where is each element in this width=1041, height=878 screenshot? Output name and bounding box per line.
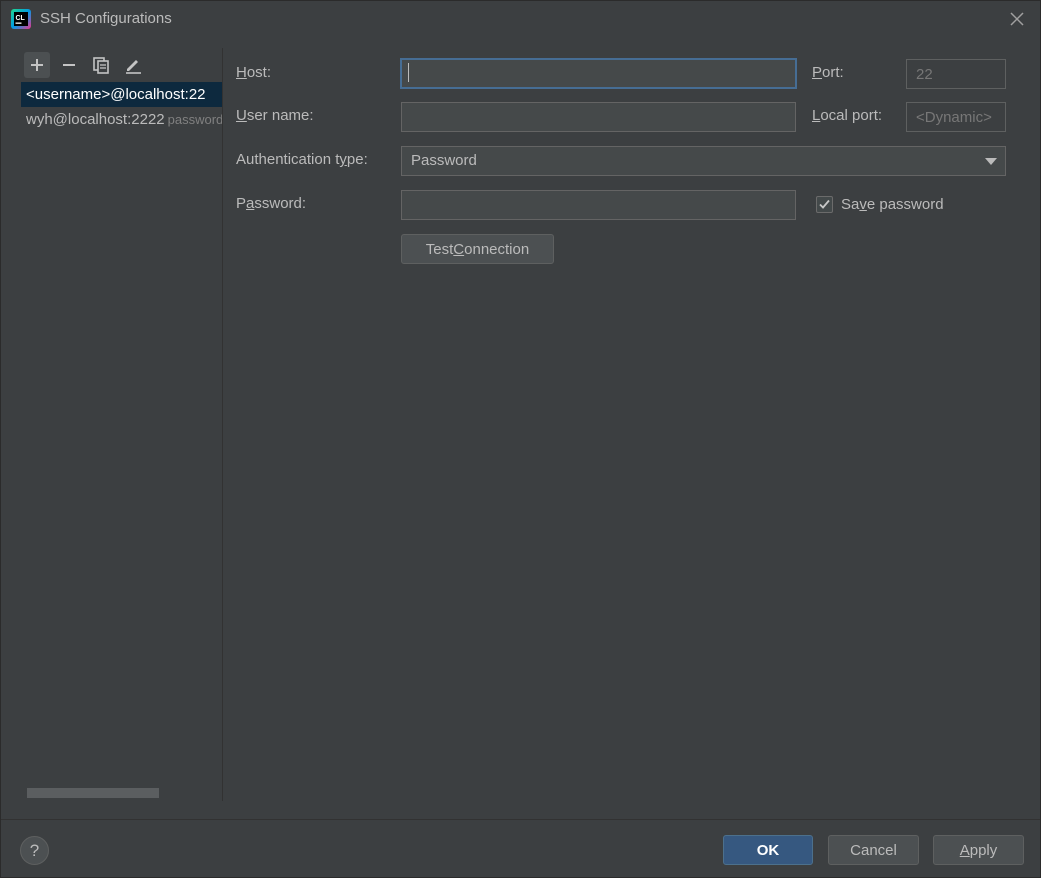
config-hint: password (167, 112, 222, 127)
host-input[interactable] (400, 58, 797, 89)
auth-type-label-post: pe: (346, 151, 368, 168)
port-input[interactable] (906, 59, 1006, 89)
minus-icon (63, 64, 75, 66)
list-item[interactable]: <username>@localhost:22 (21, 82, 222, 107)
host-label: Host: (236, 64, 272, 81)
config-list-panel: <username>@localhost:22 wyh@localhost:22… (21, 48, 223, 801)
ssh-configurations-dialog: CL SSH Configurations <username>@localho… (0, 0, 1041, 878)
text-caret (408, 63, 409, 82)
copy-button[interactable] (88, 52, 114, 78)
username-label-text: ser name: (246, 107, 314, 124)
local-port-input[interactable] (906, 102, 1006, 132)
title-bar: CL SSH Configurations (1, 1, 1040, 37)
horizontal-scrollbar[interactable] (27, 788, 159, 798)
local-port-label-text: ocal port: (820, 107, 883, 124)
save-password-label-pre: Sa (841, 196, 860, 213)
list-item[interactable]: wyh@localhost:2222 password (21, 107, 222, 132)
config-label: wyh@localhost:2222 (26, 111, 165, 128)
list-toolbar (24, 52, 146, 78)
password-input[interactable] (401, 190, 796, 220)
config-list: <username>@localhost:22 wyh@localhost:22… (21, 82, 222, 132)
port-label-text: ort: (822, 64, 844, 81)
clion-icon: CL (11, 9, 31, 29)
pencil-icon (126, 60, 141, 74)
test-connection-button[interactable]: Test Connection (401, 234, 554, 264)
apply-label-post: pply (969, 841, 998, 859)
test-connection-label-pre: Test (425, 240, 454, 258)
apply-button[interactable]: Apply (933, 835, 1024, 865)
config-label: <username>@localhost:22 (26, 86, 206, 103)
password-label-pre: P (236, 195, 247, 212)
password-label: Password: (236, 195, 307, 212)
add-button[interactable] (24, 52, 50, 78)
help-button[interactable]: ? (20, 836, 49, 865)
footer-separator (1, 819, 1040, 820)
window-title: SSH Configurations (40, 10, 172, 27)
close-icon[interactable] (1008, 10, 1026, 28)
ok-button[interactable]: OK (723, 835, 813, 865)
checkmark-icon (819, 199, 830, 209)
username-label: User name: (236, 107, 314, 124)
save-password-label-post: e password (866, 196, 944, 213)
auth-type-label: Authentication type: (236, 151, 368, 168)
auth-type-value: Password (411, 152, 477, 169)
cancel-button[interactable]: Cancel (828, 835, 919, 865)
remove-button[interactable] (56, 52, 82, 78)
username-input[interactable] (401, 102, 796, 132)
local-port-label: Local port: (812, 107, 883, 124)
password-label-post: ssword: (254, 195, 307, 212)
test-connection-label-post: onnection (464, 240, 530, 258)
plus-icon (31, 59, 43, 71)
svg-text:CL: CL (16, 15, 26, 22)
auth-type-select[interactable]: Password (401, 146, 1006, 176)
chevron-down-icon (985, 158, 997, 165)
save-password-label[interactable]: Save password (841, 196, 944, 213)
host-label-text: ost: (246, 64, 272, 81)
port-label: Port: (812, 64, 844, 81)
save-password-checkbox[interactable] (816, 196, 833, 213)
copy-icon (93, 57, 109, 74)
edit-button[interactable] (120, 52, 146, 78)
auth-type-label-pre: Authentication t (236, 151, 340, 168)
